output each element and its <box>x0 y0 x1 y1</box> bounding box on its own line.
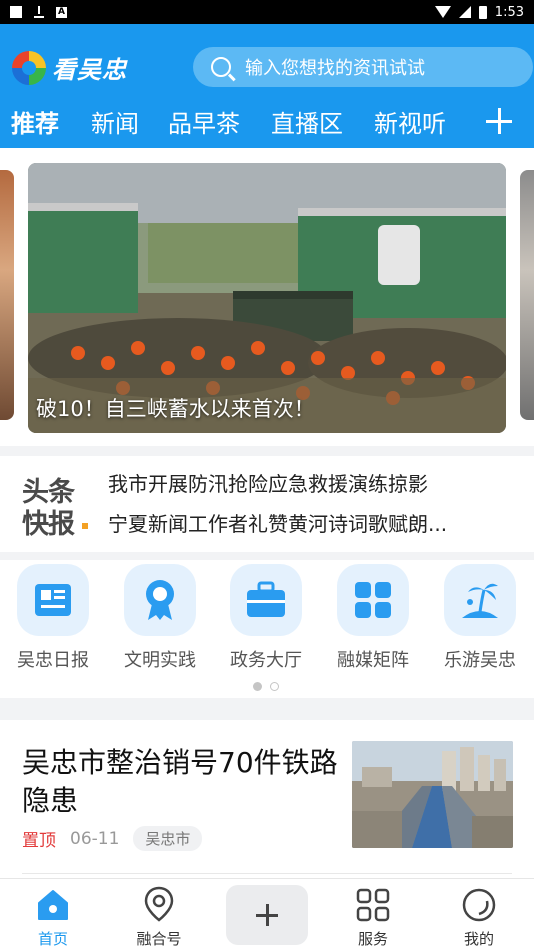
service-shortcuts: 吴忠日报 文明实践 政务大厅 融媒矩阵 乐游吴忠 <box>0 560 534 698</box>
service-label: 政务大厅 <box>230 650 302 671</box>
channel-tabs: 推荐 新闻 品早茶 直播区 新视听 <box>0 104 534 144</box>
nav-label: 我的 <box>463 930 494 948</box>
service-label: 融媒矩阵 <box>337 650 409 671</box>
nav-home[interactable]: 首页 <box>8 879 98 950</box>
banner-carousel: 破10！自三峡蓄水以来首次！ <box>0 148 534 446</box>
service-label: 乐游吴忠 <box>444 650 516 671</box>
service-government-hall[interactable]: 政务大厅 <box>222 564 310 672</box>
search-bar[interactable]: 输入您想找的资讯试试 <box>193 47 533 87</box>
tab-live[interactable]: 直播区 <box>271 104 343 139</box>
service-label: 吴忠日报 <box>17 650 89 671</box>
app-logo: 看吴忠 <box>12 50 127 85</box>
headline-badge-bottom: 快报 <box>22 509 75 540</box>
headline-item[interactable]: 我市开展防汛抢险应急救援演练掠影 <box>108 468 506 497</box>
banner-next-slide[interactable] <box>520 170 534 420</box>
publish-button[interactable] <box>226 885 308 945</box>
article-thumbnail <box>352 741 513 848</box>
badge-dot <box>82 523 88 529</box>
newspaper-icon <box>17 564 89 636</box>
divider <box>22 873 512 874</box>
tab-video-audio[interactable]: 新视听 <box>374 104 446 139</box>
article-meta: 置顶 06-11 吴忠市 <box>22 826 203 851</box>
service-daily-news[interactable]: 吴忠日报 <box>9 564 97 672</box>
app-name: 看吴忠 <box>52 56 127 84</box>
nav-services[interactable]: 服务 <box>328 879 418 950</box>
pager-dot-active <box>253 682 262 691</box>
ribbon-badge-icon <box>124 564 196 636</box>
location-pin-icon <box>144 886 174 922</box>
tab-recommend[interactable]: 推荐 <box>11 104 59 139</box>
bottom-navigation: 首页 融合号 服务 我的 <box>0 878 534 950</box>
headline-item[interactable]: 宁夏新闻工作者礼赞黄河诗词歌赋朗... <box>108 508 506 537</box>
app-header: 看吴忠 输入您想找的资讯试试 推荐 新闻 品早茶 直播区 新视听 <box>0 24 534 148</box>
service-pager <box>253 682 279 691</box>
grid-apps-icon <box>337 564 409 636</box>
nav-media-accounts[interactable]: 融合号 <box>114 879 204 950</box>
banner-prev-slide[interactable] <box>0 170 14 420</box>
article-date: 06-11 <box>70 828 120 849</box>
nav-label: 服务 <box>357 930 388 948</box>
headline-badge: 头条 快报 <box>20 470 88 540</box>
nav-label: 融合号 <box>136 930 182 948</box>
notification-icon <box>10 6 22 18</box>
tab-morning-tea[interactable]: 品早茶 <box>168 104 240 139</box>
nav-profile[interactable]: 我的 <box>434 879 524 950</box>
briefcase-icon <box>230 564 302 636</box>
search-icon <box>211 57 231 77</box>
profile-icon <box>462 888 496 922</box>
headline-flash: 头条 快报 我市开展防汛抢险应急救援演练掠影 宁夏新闻工作者礼赞黄河诗词歌赋朗.… <box>0 456 534 552</box>
location-tag[interactable]: 吴忠市 <box>133 826 203 851</box>
app-notification-icon: A <box>56 6 67 18</box>
status-bar: A 1:53 <box>0 0 534 24</box>
signal-icon <box>458 6 471 18</box>
nav-label: 首页 <box>37 930 68 948</box>
wifi-icon <box>434 6 451 18</box>
palm-island-icon <box>444 564 516 636</box>
banner-slide[interactable]: 破10！自三峡蓄水以来首次！ <box>28 163 506 433</box>
status-time: 1:53 <box>494 4 524 20</box>
tab-news[interactable]: 新闻 <box>91 104 139 139</box>
news-article-card[interactable]: 吴忠市整治销号70件铁路隐患 置顶 06-11 吴忠市 <box>0 720 534 878</box>
add-channel-icon[interactable] <box>486 108 512 134</box>
search-placeholder: 输入您想找的资讯试试 <box>245 58 425 79</box>
service-media-matrix[interactable]: 融媒矩阵 <box>329 564 417 672</box>
download-icon <box>34 6 44 18</box>
article-title: 吴忠市整治销号70件铁路隐患 <box>22 746 338 817</box>
pager-dot[interactable] <box>270 682 279 691</box>
service-civilization[interactable]: 文明实践 <box>116 564 204 672</box>
battery-icon <box>478 5 487 19</box>
services-grid-icon <box>356 888 390 922</box>
home-icon <box>38 890 68 920</box>
pinned-tag: 置顶 <box>22 831 56 851</box>
app-screen: A 1:53 看吴忠 输入您想找的资讯试试 推荐 新闻 品早茶 直播区 新视听 <box>0 0 534 950</box>
service-label: 文明实践 <box>124 650 196 671</box>
banner-caption: 破10！自三峡蓄水以来首次！ <box>36 397 315 421</box>
service-tourism[interactable]: 乐游吴忠 <box>436 564 524 672</box>
logo-icon <box>12 50 46 85</box>
